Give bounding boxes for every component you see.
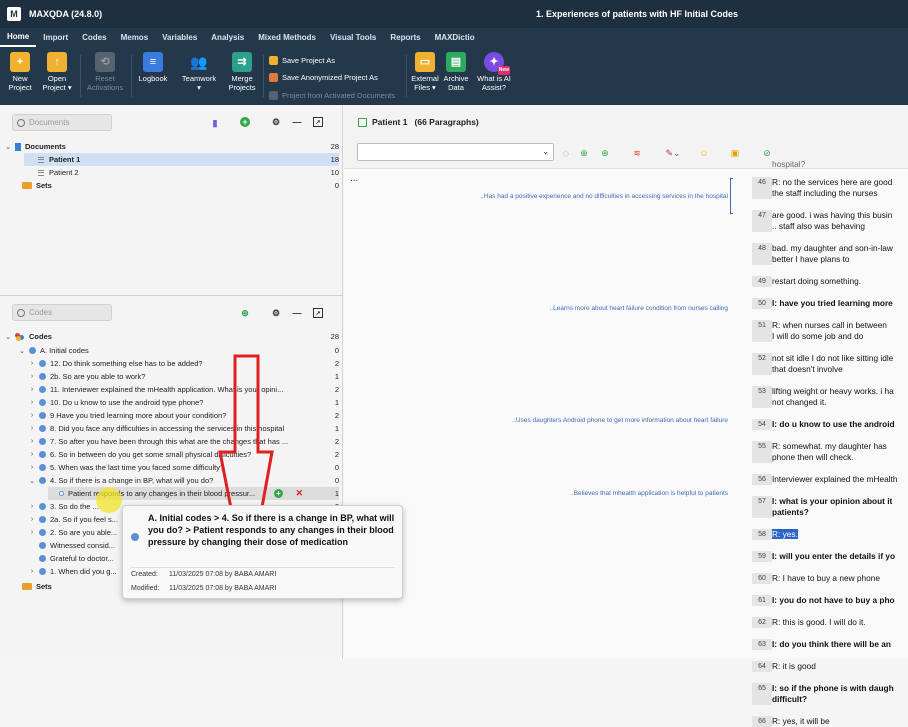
text-line: difficult? (772, 694, 808, 704)
paragraph-number[interactable]: 65 (752, 683, 772, 705)
tooltip-divider (131, 567, 395, 568)
tooltip-modified: Modified: 11/03/2025 07:08 by BABA AMARI (131, 585, 277, 592)
paragraph-number[interactable]: 66 (752, 716, 772, 727)
text-line: R: yes, it will be (772, 716, 830, 726)
paragraph-text[interactable]: I: so if the phone is with daugh (772, 683, 908, 694)
cursor-highlight (96, 487, 122, 513)
text-line: I: so if the phone is with daugh (772, 683, 894, 693)
paragraph-text[interactable]: R: it is good (772, 661, 908, 672)
code-icon (131, 533, 139, 541)
tooltip-title: A. Initial codes > 4. So if there is a c… (148, 513, 395, 547)
paragraph-text[interactable]: difficult? (772, 694, 908, 705)
paragraph-text[interactable]: R: yes, it will be (772, 716, 908, 727)
paragraph-number[interactable]: 64 (752, 661, 772, 672)
code-tooltip: A. Initial codes > 4. So if there is a c… (122, 505, 403, 599)
text-line: R: it is good (772, 661, 816, 671)
tooltip-created: Created: 11/03/2025 07:08 by BABA AMARI (131, 571, 277, 578)
